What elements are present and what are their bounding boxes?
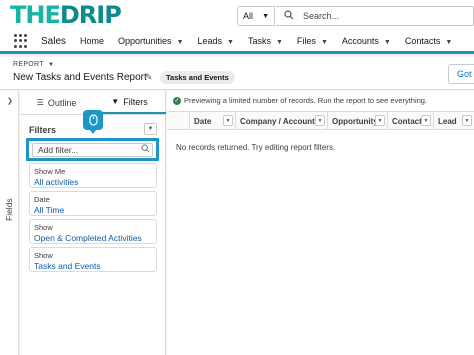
nav-item-opportunities[interactable]: Opportunities ▼	[118, 36, 183, 46]
nav-item-leads[interactable]: Leads ▼	[198, 36, 234, 46]
tab-outline-label: Outline	[47, 97, 77, 108]
got-it-button[interactable]: Got I	[448, 64, 474, 84]
table-header: Date ▼ Company / Account ▼ Opportunity ▼…	[167, 111, 474, 130]
search-scope-dropdown[interactable]: All ▼	[237, 6, 275, 26]
column-header-opportunity[interactable]: Opportunity ▼	[327, 112, 387, 130]
search-scope-value: All	[243, 11, 254, 21]
search-icon	[284, 9, 294, 23]
chevron-down-icon[interactable]: ▼	[445, 39, 452, 46]
nav-item-label: Files	[296, 36, 316, 46]
nav-item-label: Contacts	[404, 36, 441, 46]
preview-notice: ✓ Previewing a limited number of records…	[173, 96, 427, 105]
column-header-label: Date	[194, 116, 212, 126]
chevron-right-icon[interactable]: ❯	[7, 97, 13, 105]
fields-label: Fields	[4, 198, 14, 221]
mouse-cursor-icon	[83, 110, 103, 134]
check-circle-icon: ✓	[173, 96, 181, 105]
nav-item-label: Accounts	[341, 36, 379, 46]
search-icon	[141, 144, 150, 155]
preview-notice-text: Previewing a limited number of records. …	[184, 96, 428, 105]
chevron-down-icon[interactable]: ▼	[421, 115, 431, 126]
chevron-down-icon[interactable]: ▼	[384, 39, 391, 46]
caret-down-icon[interactable]: ▼	[48, 62, 54, 68]
fields-panel-collapsed[interactable]: ❯ Fields	[0, 91, 19, 355]
nav-item-contacts[interactable]: Contacts ▼	[405, 36, 452, 46]
column-header-label: Company / Account	[240, 116, 315, 126]
column-header-company-account[interactable]: Company / Account ▼	[235, 112, 327, 130]
filter-card-label: Date	[34, 195, 50, 204]
search-placeholder: Search...	[303, 11, 340, 21]
global-search-input[interactable]: Search...	[276, 6, 474, 26]
column-header-label: Opportunity	[332, 116, 378, 126]
tab-filters[interactable]: ▼ Filters	[93, 91, 166, 114]
filters-menu-button[interactable]: ▼	[144, 123, 157, 135]
list-icon: ☰	[36, 98, 44, 107]
filter-card-label: Show	[34, 251, 53, 260]
navigation-bar: Sales Home Opportunities ▼ Leads ▼ Tasks ▼ …	[0, 31, 474, 54]
column-header-lead[interactable]: Lead ▼	[433, 112, 474, 130]
filter-card-show-status[interactable]: Show Open & Completed Activities	[29, 219, 157, 244]
nav-item-files[interactable]: Files ▼	[297, 36, 328, 46]
column-header-contact[interactable]: Contact ▼	[387, 112, 433, 130]
column-header-label: Contact	[392, 116, 422, 126]
nav-item-tasks[interactable]: Tasks ▼	[248, 36, 283, 46]
report-label-text: REPORT	[13, 61, 44, 68]
filter-card-date[interactable]: Date All Time	[29, 191, 157, 216]
chevron-down-icon[interactable]: ▼	[223, 115, 233, 126]
add-filter-input[interactable]	[32, 143, 153, 157]
nav-item-label: Home	[80, 36, 105, 46]
app-name: Sales	[41, 35, 67, 47]
company-logo[interactable]: THE DRIP	[10, 1, 122, 29]
nav-item-label: Leads	[197, 36, 223, 46]
pencil-icon[interactable]: ✎	[145, 72, 153, 83]
column-header-label: Lead	[438, 116, 457, 126]
report-type-label[interactable]: REPORT ▼	[13, 61, 54, 68]
chevron-down-icon: ▼	[262, 12, 269, 20]
nav-item-home[interactable]: Home	[80, 36, 104, 46]
nav-item-accounts[interactable]: Accounts ▼	[342, 36, 391, 46]
app-launcher-icon[interactable]	[14, 34, 28, 48]
row-number-column	[167, 112, 189, 130]
nav-item-label: Opportunities	[118, 36, 172, 46]
add-filter-highlight	[26, 138, 159, 161]
report-header: REPORT ▼ New Tasks and Events Report ✎ T…	[0, 57, 474, 90]
logo-text-part1: THE	[10, 1, 61, 29]
chevron-down-icon[interactable]: ▼	[315, 115, 325, 126]
filter-card-value: All activities	[34, 177, 79, 187]
report-title: New Tasks and Events Report	[13, 72, 147, 83]
filter-card-value: Tasks and Events	[34, 261, 101, 271]
filter-card-value: Open & Completed Activities	[34, 233, 142, 243]
filter-card-show-type[interactable]: Show Tasks and Events	[29, 247, 157, 272]
chevron-down-icon[interactable]: ▼	[462, 115, 472, 126]
tab-outline[interactable]: ☰ Outline	[20, 91, 93, 114]
filter-card-value: All Time	[34, 205, 65, 215]
filter-card-show-me[interactable]: Show Me All activities	[29, 163, 157, 188]
chevron-down-icon[interactable]: ▼	[321, 39, 328, 46]
top-bar: THE DRIP All ▼ Search...	[0, 0, 474, 31]
filter-icon: ▼	[111, 97, 120, 106]
report-preview: ✓ Previewing a limited number of records…	[167, 91, 474, 355]
filters-heading: Filters	[29, 125, 57, 135]
filter-card-label: Show	[34, 223, 53, 232]
filter-card-label: Show Me	[34, 167, 66, 176]
column-header-date[interactable]: Date ▼	[189, 112, 235, 130]
chevron-down-icon[interactable]: ▼	[177, 39, 184, 46]
chevron-down-icon[interactable]: ▼	[276, 39, 283, 46]
chevron-down-icon[interactable]: ▼	[227, 39, 234, 46]
tab-filters-label: Filters	[123, 96, 148, 107]
empty-state-message: No records returned. Try editing report …	[176, 143, 336, 152]
logo-text-part2: DRIP	[59, 1, 122, 29]
report-type-pill: Tasks and Events	[160, 71, 235, 84]
nav-item-label: Tasks	[247, 36, 271, 46]
chevron-down-icon[interactable]: ▼	[375, 115, 385, 126]
